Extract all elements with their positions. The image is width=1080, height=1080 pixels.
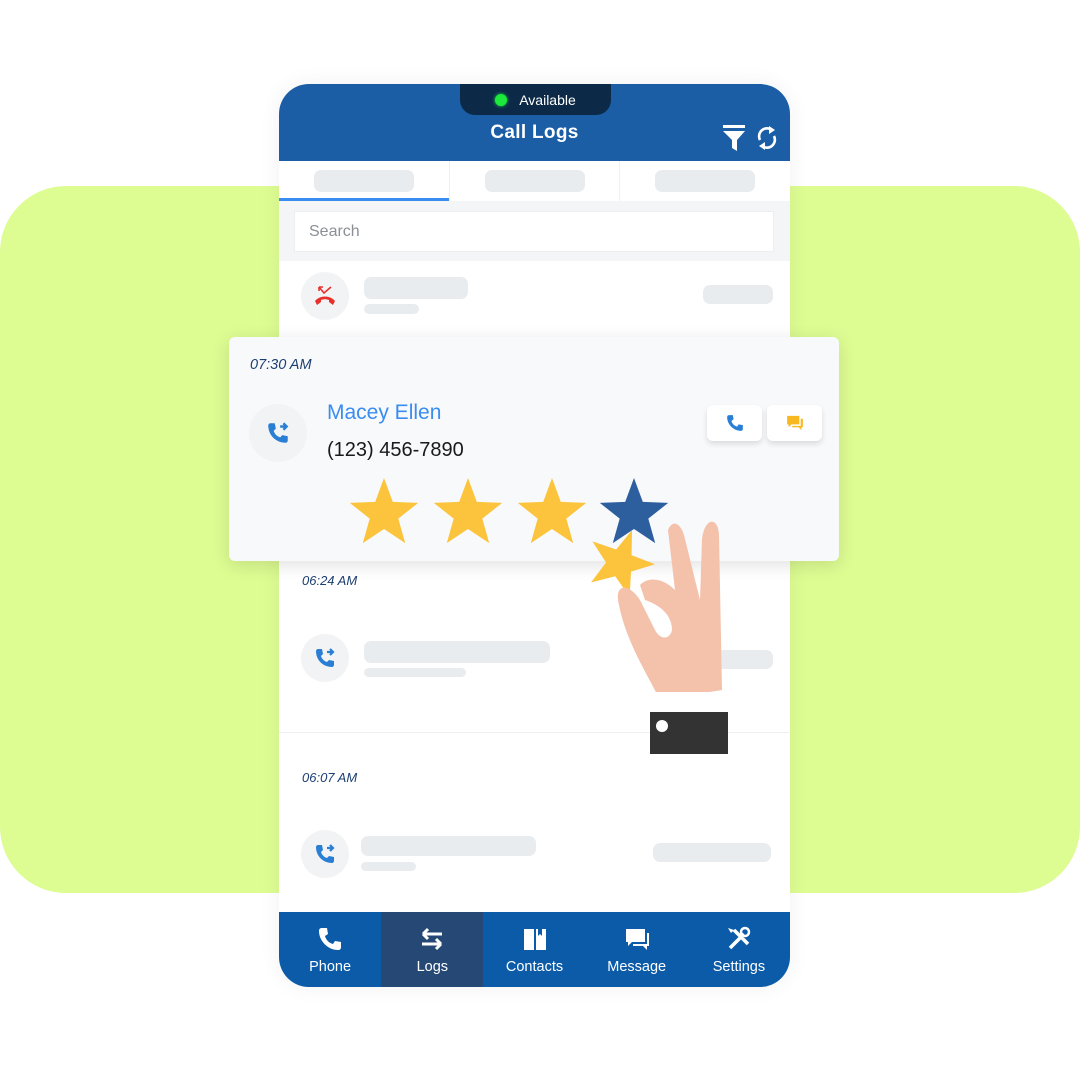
nav-label: Phone xyxy=(309,958,352,975)
tab-label-placeholder xyxy=(484,170,585,192)
status-indicator[interactable]: Available xyxy=(460,84,611,115)
book-icon xyxy=(523,928,546,950)
chat-icon xyxy=(625,928,649,950)
tools-icon xyxy=(727,926,751,949)
app-header: Available Call Logs xyxy=(279,84,790,161)
number-placeholder xyxy=(364,304,419,314)
highlighted-call-card[interactable]: 07:30 AM Macey Ellen (123) 456-7890 xyxy=(229,337,839,561)
call-time: 06:07 AM xyxy=(302,770,358,785)
call-log-row[interactable] xyxy=(279,261,790,331)
contact-number: (123) 456-7890 xyxy=(327,439,464,461)
status-label: Available xyxy=(519,91,576,108)
nav-label: Logs xyxy=(416,958,449,975)
chat-icon xyxy=(786,415,803,431)
outgoing-call-icon xyxy=(301,634,349,682)
swap-arrows-icon xyxy=(422,927,443,950)
call-log-row[interactable]: 06:24 AM xyxy=(279,561,790,731)
filter-icon[interactable] xyxy=(722,124,746,152)
tab-3[interactable] xyxy=(620,161,790,201)
stage: Available Call Logs Search 06:24 AM 06:0… xyxy=(0,0,1080,1080)
number-placeholder xyxy=(364,668,466,677)
tab-bar xyxy=(279,161,790,201)
refresh-icon[interactable] xyxy=(755,124,779,152)
name-placeholder xyxy=(364,641,550,663)
nav-contacts[interactable]: Contacts xyxy=(483,912,585,987)
tab-label-placeholder xyxy=(313,170,414,192)
outgoing-call-icon xyxy=(301,830,349,878)
nav-logs[interactable]: Logs xyxy=(381,912,484,987)
nav-message[interactable]: Message xyxy=(586,912,688,987)
time-placeholder xyxy=(703,650,773,669)
call-log-row[interactable]: 06:07 AM xyxy=(279,733,790,913)
nav-phone[interactable]: Phone xyxy=(279,912,381,987)
nav-settings[interactable]: Settings xyxy=(688,912,790,987)
phone-icon xyxy=(319,927,342,950)
outgoing-call-icon xyxy=(249,404,307,462)
time-placeholder xyxy=(653,843,771,862)
number-placeholder xyxy=(361,862,416,871)
message-button[interactable] xyxy=(767,405,822,441)
tab-label-placeholder xyxy=(655,170,756,192)
nav-label: Contacts xyxy=(505,958,564,975)
call-time: 06:24 AM xyxy=(302,573,358,588)
phone-icon xyxy=(726,415,743,431)
missed-call-icon xyxy=(301,272,349,320)
bottom-nav: Phone Logs Contacts Message Settings xyxy=(279,912,790,987)
search-input[interactable]: Search xyxy=(294,211,774,252)
search-bar: Search xyxy=(279,201,790,261)
tab-2[interactable] xyxy=(450,161,621,201)
name-placeholder xyxy=(364,277,468,299)
time-placeholder xyxy=(703,285,773,304)
status-dot-icon xyxy=(495,93,508,106)
call-time: 07:30 AM xyxy=(250,357,312,373)
name-placeholder xyxy=(361,836,536,856)
nav-label: Settings xyxy=(712,958,766,975)
tab-1[interactable] xyxy=(279,161,450,201)
contact-name[interactable]: Macey Ellen xyxy=(327,401,441,425)
call-button[interactable] xyxy=(707,405,762,441)
nav-label: Message xyxy=(607,958,667,975)
page-title: Call Logs xyxy=(490,122,579,143)
